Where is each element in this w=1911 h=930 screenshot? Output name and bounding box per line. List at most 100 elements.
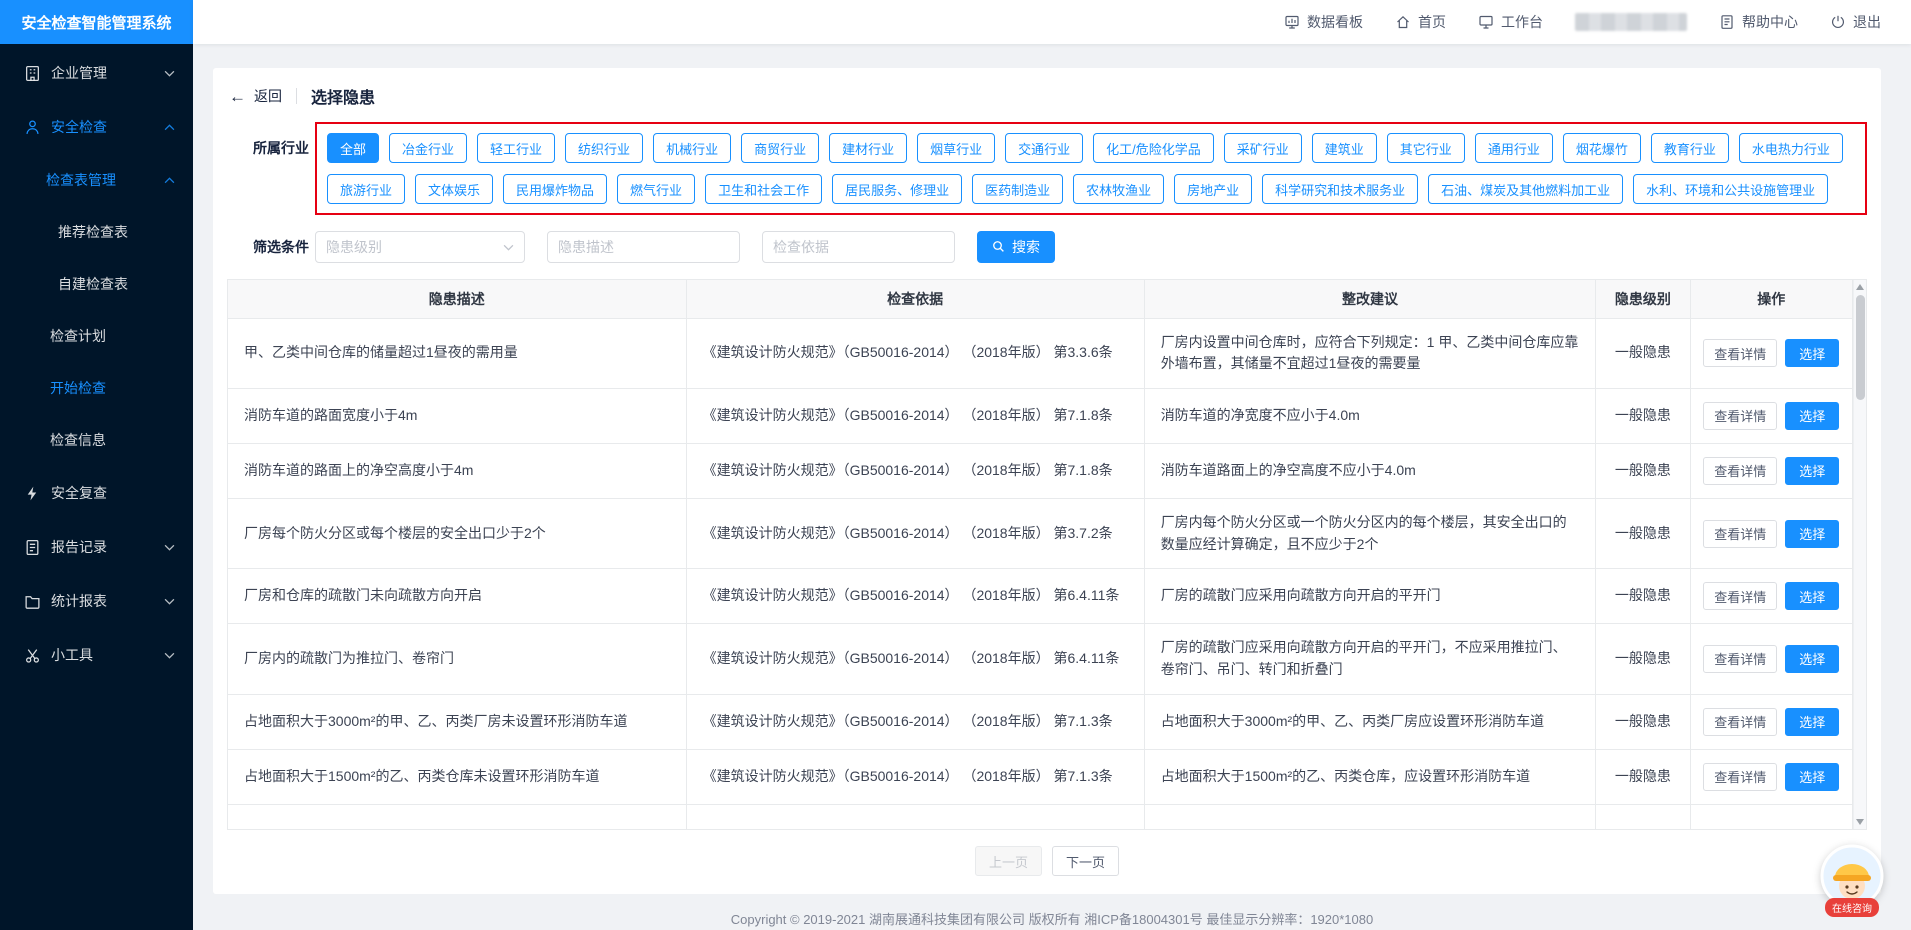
hazard-desc-cell: 厂房内的疏散门为推拉门、卷帘门: [228, 624, 686, 694]
back-label: 返回: [254, 86, 282, 106]
industry-filter-button[interactable]: 冶金行业: [389, 133, 467, 163]
view-detail-button[interactable]: 查看详情: [1703, 582, 1777, 610]
industry-filter-button[interactable]: 纺织行业: [565, 133, 643, 163]
industry-filter-button[interactable]: 石油、煤炭及其他燃料加工业: [1428, 174, 1623, 204]
hazard-desc-input[interactable]: [547, 231, 740, 263]
industry-filter-button[interactable]: 全部: [327, 133, 379, 163]
column-header-suggestion: 整改建议: [1144, 280, 1596, 318]
industry-filter-button[interactable]: 烟草行业: [917, 133, 995, 163]
search-button[interactable]: 搜索: [977, 231, 1055, 263]
topbar-logout[interactable]: 退出: [1830, 12, 1881, 32]
sidebar-item-report-record[interactable]: 报告记录: [0, 520, 193, 574]
hazard-desc-cell: 消防车道的路面宽度小于4m: [228, 388, 686, 443]
industry-filter-button[interactable]: 交通行业: [1005, 133, 1083, 163]
actions-cell: 查看详情选择: [1690, 569, 1852, 624]
industry-filter-button[interactable]: 民用爆炸物品: [503, 174, 607, 204]
online-chat-widget[interactable]: 在线咨询: [1817, 844, 1887, 918]
chevron-down-icon: [164, 70, 175, 77]
view-detail-button[interactable]: 查看详情: [1703, 402, 1777, 430]
industry-filter-button[interactable]: 教育行业: [1651, 133, 1729, 163]
suggestion-cell: 厂房内设置中间仓库时，应符合下列规定：1 甲、乙类中间仓库应靠外墙布置，其储量不…: [1144, 318, 1596, 388]
topbar-home[interactable]: 首页: [1395, 12, 1446, 32]
sidebar-item-safety-recheck[interactable]: 安全复查: [0, 466, 193, 520]
industry-filter-button[interactable]: 居民服务、修理业: [832, 174, 962, 204]
industry-filter-button[interactable]: 文体娱乐: [415, 174, 493, 204]
industry-filter-button[interactable]: 烟花爆竹: [1563, 133, 1641, 163]
topbar-dashboard[interactable]: 数据看板: [1284, 12, 1363, 32]
select-button[interactable]: 选择: [1785, 520, 1839, 548]
back-arrow-icon: ←: [229, 88, 246, 105]
check-basis-cell: 《建筑设计防火规范》（GB50016-2014） （2018年版） 第7.1.8…: [686, 443, 1144, 498]
select-button[interactable]: 选择: [1785, 582, 1839, 610]
industry-filter-button[interactable]: 房地产业: [1174, 174, 1252, 204]
view-detail-button[interactable]: 查看详情: [1703, 457, 1777, 485]
industry-filter-button[interactable]: 建材行业: [829, 133, 907, 163]
industry-filter-button[interactable]: 燃气行业: [617, 174, 695, 204]
report-document-icon: [24, 539, 41, 556]
industry-filter-button[interactable]: 建筑业: [1312, 133, 1377, 163]
industry-filter-button[interactable]: 通用行业: [1475, 133, 1553, 163]
sidebar-item-label: 开始检查: [50, 378, 193, 398]
select-button[interactable]: 选择: [1785, 339, 1839, 367]
suggestion-cell: 消防车道路面上的净空高度不应小于4.0m: [1144, 443, 1596, 498]
back-button[interactable]: ← 返回: [229, 86, 282, 106]
hazard-level-select[interactable]: 隐患级别: [315, 231, 525, 263]
sidebar-item-self-built-checklist[interactable]: 自建检查表: [0, 258, 193, 310]
next-page-button[interactable]: 下一页: [1052, 846, 1119, 876]
inspector-person-icon: [24, 119, 41, 136]
pagination: 上一页 下一页: [227, 846, 1867, 876]
sidebar-item-tools[interactable]: 小工具: [0, 628, 193, 682]
topbar-workbench[interactable]: 工作台: [1478, 12, 1543, 32]
select-button[interactable]: 选择: [1785, 457, 1839, 485]
sidebar-item-checklist-mgmt[interactable]: 检查表管理: [0, 154, 193, 206]
industry-filter-button[interactable]: 医药制造业: [972, 174, 1063, 204]
view-detail-button[interactable]: 查看详情: [1703, 339, 1777, 367]
chevron-up-icon: [164, 177, 175, 184]
view-detail-button[interactable]: 查看详情: [1703, 763, 1777, 791]
suggestion-cell: 厂房内每个防火分区或一个防火分区内的每个楼层，其安全出口的数量应经计算确定，且不…: [1144, 498, 1596, 568]
table-row: 厂房每个防火分区或每个楼层的安全出口少于2个《建筑设计防火规范》（GB50016…: [228, 498, 1853, 568]
select-button[interactable]: 选择: [1785, 402, 1839, 430]
industry-filter-button[interactable]: 卫生和社会工作: [705, 174, 822, 204]
topbar-label: 首页: [1418, 12, 1446, 32]
industry-filter-button[interactable]: 商贸行业: [741, 133, 819, 163]
scrollbar-down-arrow[interactable]: [1856, 819, 1864, 825]
view-detail-button[interactable]: 查看详情: [1703, 520, 1777, 548]
view-detail-button[interactable]: 查看详情: [1703, 708, 1777, 736]
industry-filter-button[interactable]: 旅游行业: [327, 174, 405, 204]
actions-cell: 查看详情选择: [1690, 443, 1852, 498]
industry-filter-button[interactable]: 农林牧渔业: [1073, 174, 1164, 204]
chat-label: 在线咨询: [1825, 898, 1879, 917]
sidebar-item-enterprise-mgmt[interactable]: 企业管理: [0, 46, 193, 100]
industry-filter-button[interactable]: 水利、环境和公共设施管理业: [1633, 174, 1828, 204]
industry-filter-button[interactable]: 化工/危险化学品: [1093, 133, 1214, 163]
select-button[interactable]: 选择: [1785, 763, 1839, 791]
scrollbar-thumb[interactable]: [1856, 295, 1865, 400]
empty-partial-row: [228, 804, 1853, 829]
topbar-help-center[interactable]: 帮助中心: [1719, 12, 1798, 32]
sidebar-item-check-plan[interactable]: 检查计划: [0, 310, 193, 362]
industry-filter-button[interactable]: 机械行业: [653, 133, 731, 163]
industry-filter-button[interactable]: 其它行业: [1387, 133, 1465, 163]
sidebar-item-start-check[interactable]: 开始检查: [0, 362, 193, 414]
sidebar-item-stats-report[interactable]: 统计报表: [0, 574, 193, 628]
industry-filter-button[interactable]: 轻工行业: [477, 133, 555, 163]
prev-page-button[interactable]: 上一页: [975, 846, 1042, 876]
scrollbar-up-arrow[interactable]: [1856, 284, 1864, 290]
sidebar-item-recommended-checklist[interactable]: 推荐检查表: [0, 206, 193, 258]
username-redacted[interactable]: [1575, 13, 1687, 31]
check-basis-input[interactable]: [762, 231, 955, 263]
select-button[interactable]: 选择: [1785, 708, 1839, 736]
table-scrollbar[interactable]: [1853, 280, 1866, 829]
industry-filter-button[interactable]: 科学研究和技术服务业: [1262, 174, 1418, 204]
select-button[interactable]: 选择: [1785, 645, 1839, 673]
sidebar-item-check-info[interactable]: 检查信息: [0, 414, 193, 466]
view-detail-button[interactable]: 查看详情: [1703, 645, 1777, 673]
table-row: 占地面积大于1500m²的乙、丙类仓库未设置环形消防车道《建筑设计防火规范》（G…: [228, 749, 1853, 804]
industry-filter-button[interactable]: 水电热力行业: [1739, 133, 1843, 163]
search-icon: [992, 240, 1006, 254]
sidebar-item-safety-check[interactable]: 安全检查: [0, 100, 193, 154]
hazard-level-cell: 一般隐患: [1596, 749, 1690, 804]
sidebar-item-label: 安全复查: [51, 483, 175, 503]
industry-filter-button[interactable]: 采矿行业: [1224, 133, 1302, 163]
